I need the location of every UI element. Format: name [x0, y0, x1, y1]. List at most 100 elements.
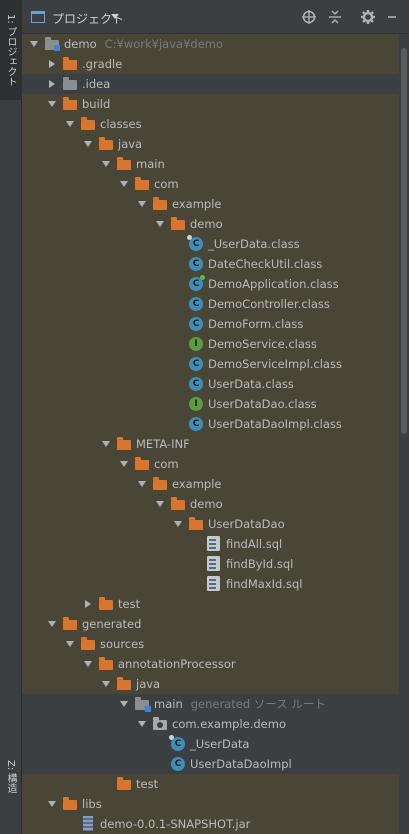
folder-icon — [98, 596, 114, 612]
expanded-arrow-icon[interactable] — [46, 98, 58, 110]
expanded-arrow-icon[interactable] — [46, 798, 58, 810]
expanded-arrow-icon[interactable] — [154, 498, 166, 510]
tree-item-label: findMaxId.sql — [226, 577, 303, 591]
project-tool-tab-label[interactable]: 1: プロジェクト — [3, 14, 18, 87]
tree-row[interactable]: META-INF — [22, 434, 399, 454]
tree-item-label: findById.sql — [226, 557, 294, 571]
tree-row[interactable]: UserDataDao — [22, 514, 399, 534]
sql-file-icon — [206, 556, 222, 572]
tree-row[interactable]: main generated ソース ルート — [22, 694, 399, 714]
expanded-arrow-icon[interactable] — [136, 198, 148, 210]
class-icon: C — [188, 416, 204, 432]
tree-row[interactable]: C _UserData.class — [22, 234, 399, 254]
tree-row[interactable]: I UserDataDao.class — [22, 394, 399, 414]
class-icon: C — [188, 256, 204, 272]
tree-item-hint: generated ソース ルート — [190, 697, 326, 711]
tree-row[interactable]: C UserDataDaoImpl.class — [22, 414, 399, 434]
tree-row[interactable]: example — [22, 194, 399, 214]
tree-row[interactable]: C DemoApplication.class — [22, 274, 399, 294]
expanded-arrow-icon[interactable] — [46, 618, 58, 630]
structure-tool-tab-label[interactable]: Z: 構造 — [3, 760, 18, 793]
tree-row[interactable]: com — [22, 174, 399, 194]
module-folder-icon — [44, 36, 60, 52]
tree-row[interactable]: build — [22, 94, 399, 114]
tree-item-label: UserDataDaoImpl.class — [208, 417, 342, 431]
tree-row[interactable]: com — [22, 454, 399, 474]
package-icon — [152, 716, 168, 732]
expanded-arrow-icon[interactable] — [100, 158, 112, 170]
expanded-arrow-icon[interactable] — [172, 518, 184, 530]
project-tree[interactable]: demo C:¥work¥java¥demo .gradle .idea build cl… — [22, 34, 399, 834]
sql-file-icon — [206, 576, 222, 592]
folder-icon — [62, 796, 78, 812]
folder-icon — [80, 116, 96, 132]
collapsed-arrow-icon[interactable] — [82, 598, 94, 610]
expanded-arrow-icon[interactable] — [136, 478, 148, 490]
folder-icon — [188, 516, 204, 532]
tree-row[interactable]: findAll.sql — [22, 534, 399, 554]
tree-item-label: demo — [190, 217, 223, 231]
expanded-arrow-icon[interactable] — [118, 698, 130, 710]
tree-row[interactable]: C DemoController.class — [22, 294, 399, 314]
expanded-arrow-icon[interactable] — [100, 678, 112, 690]
expanded-arrow-icon[interactable] — [64, 118, 76, 130]
collapsed-arrow-icon[interactable] — [46, 78, 58, 90]
tree-row[interactable]: C DemoServiceImpl.class — [22, 354, 399, 374]
tree-row[interactable]: demo-0.0.1-SNAPSHOT.jar — [22, 814, 399, 834]
expanded-arrow-icon[interactable] — [154, 218, 166, 230]
tree-row[interactable]: .idea — [22, 74, 399, 94]
tree-row[interactable]: classes — [22, 114, 399, 134]
tree-row[interactable]: demo — [22, 494, 399, 514]
expanded-arrow-icon[interactable] — [118, 458, 130, 470]
project-view-icon — [31, 11, 45, 23]
view-dropdown-icon[interactable] — [111, 14, 119, 19]
interface-icon: I — [188, 396, 204, 412]
tree-row[interactable]: C _UserData — [22, 734, 399, 754]
expanded-arrow-icon[interactable] — [100, 438, 112, 450]
tree-row[interactable]: java — [22, 134, 399, 154]
expanded-arrow-icon[interactable] — [118, 178, 130, 190]
tree-row[interactable]: C UserData.class — [22, 374, 399, 394]
folder-icon — [116, 156, 132, 172]
class-icon: C — [188, 316, 204, 332]
collapse-all-icon[interactable] — [327, 9, 343, 25]
tree-row[interactable]: annotationProcessor — [22, 654, 399, 674]
tree-row[interactable]: test — [22, 594, 399, 614]
folder-icon — [116, 436, 132, 452]
tree-row[interactable]: C DateCheckUtil.class — [22, 254, 399, 274]
folder-icon — [98, 656, 114, 672]
expanded-arrow-icon[interactable] — [82, 138, 94, 150]
collapsed-arrow-icon[interactable] — [46, 58, 58, 70]
tree-row[interactable]: java — [22, 674, 399, 694]
tree-row[interactable]: main — [22, 154, 399, 174]
tree-row[interactable]: com.example.demo — [22, 714, 399, 734]
tree-row[interactable]: demo C:¥work¥java¥demo — [22, 34, 399, 54]
tree-row[interactable]: demo — [22, 214, 399, 234]
annotated-class-icon: C — [169, 735, 186, 752]
tree-row[interactable]: test — [22, 774, 399, 794]
expanded-arrow-icon[interactable] — [28, 38, 40, 50]
expanded-arrow-icon[interactable] — [82, 658, 94, 670]
tree-row[interactable]: C UserDataDaoImpl — [22, 754, 399, 774]
tree-item-label: sources — [100, 637, 145, 651]
scrollbar-thumb[interactable] — [401, 48, 407, 434]
tree-row[interactable]: .gradle — [22, 54, 399, 74]
crosshair-icon[interactable] — [301, 9, 317, 25]
folder-icon — [80, 636, 96, 652]
tree-row[interactable]: I DemoService.class — [22, 334, 399, 354]
tree-row[interactable]: generated — [22, 614, 399, 634]
tree-item-label: demo-0.0.1-SNAPSHOT.jar — [100, 817, 251, 831]
tree-row[interactable]: findMaxId.sql — [22, 574, 399, 594]
tree-scrollbar[interactable] — [399, 34, 409, 834]
gear-icon[interactable] — [360, 9, 376, 25]
tree-row[interactable]: libs — [22, 794, 399, 814]
tree-row[interactable]: sources — [22, 634, 399, 654]
tree-row[interactable]: example — [22, 474, 399, 494]
expanded-arrow-icon[interactable] — [64, 638, 76, 650]
folder-icon — [116, 776, 132, 792]
tree-row[interactable]: C DemoForm.class — [22, 314, 399, 334]
expanded-arrow-icon[interactable] — [136, 718, 148, 730]
tree-item-label: DemoService.class — [208, 337, 317, 351]
tree-row[interactable]: findById.sql — [22, 554, 399, 574]
minimize-icon[interactable] — [384, 9, 400, 25]
